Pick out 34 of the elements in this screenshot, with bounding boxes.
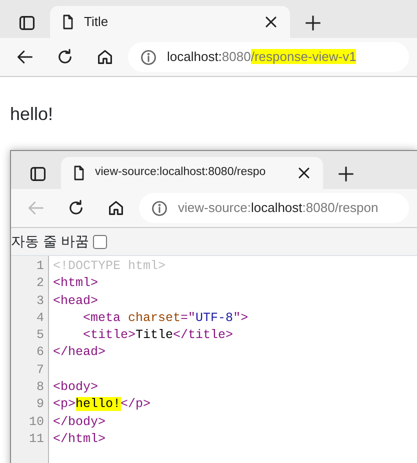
info-icon <box>140 48 157 66</box>
code-line: </head> <box>53 345 106 360</box>
address-bar[interactable]: localhost:8080/response-view-v1 <box>128 42 409 72</box>
line-number: 4 <box>35 310 44 327</box>
code-line: <title>Title</title> <box>82 328 234 342</box>
code-line: <p>hello!</p> <box>53 397 151 412</box>
code-line: <head> <box>53 294 98 308</box>
line-number: 5 <box>35 327 44 344</box>
code-line: <body> <box>53 380 98 394</box>
line-number: 7 <box>35 362 44 379</box>
code-line: </html> <box>53 432 106 446</box>
line-number: 8 <box>35 379 44 396</box>
page-text: hello! <box>10 103 54 126</box>
code-line: <html> <box>53 276 98 290</box>
browser-tab[interactable]: Title <box>50 6 290 38</box>
line-number: 6 <box>35 344 44 362</box>
tab-title: Title <box>84 13 110 32</box>
code-line: </body> <box>53 414 106 429</box>
browser-tab[interactable]: view-source:localhost:8080/respo <box>61 157 323 189</box>
line-number: 1 <box>35 258 44 275</box>
code-line: <!DOCTYPE html> <box>53 259 166 273</box>
line-number: 10 <box>28 414 44 431</box>
code-line: <meta charset="UTF-8"> <box>82 310 248 325</box>
tab-title: view-source:localhost:8080/respo <box>95 165 267 180</box>
line-number: 2 <box>35 275 44 292</box>
url-text: view-source:localhost:8080/respon <box>178 199 378 218</box>
url-text: localhost:8080/response-view-v1 <box>167 48 356 66</box>
wrap-lines-checkbox[interactable] <box>92 234 107 248</box>
wrap-lines-label: 자동 줄 바꿈 <box>11 232 89 251</box>
line-number: 9 <box>35 396 44 414</box>
line-number: 11 <box>28 430 44 448</box>
info-icon <box>151 200 168 216</box>
line-number: 3 <box>35 292 44 310</box>
address-bar[interactable]: view-source:localhost:8080/respon <box>139 193 409 223</box>
